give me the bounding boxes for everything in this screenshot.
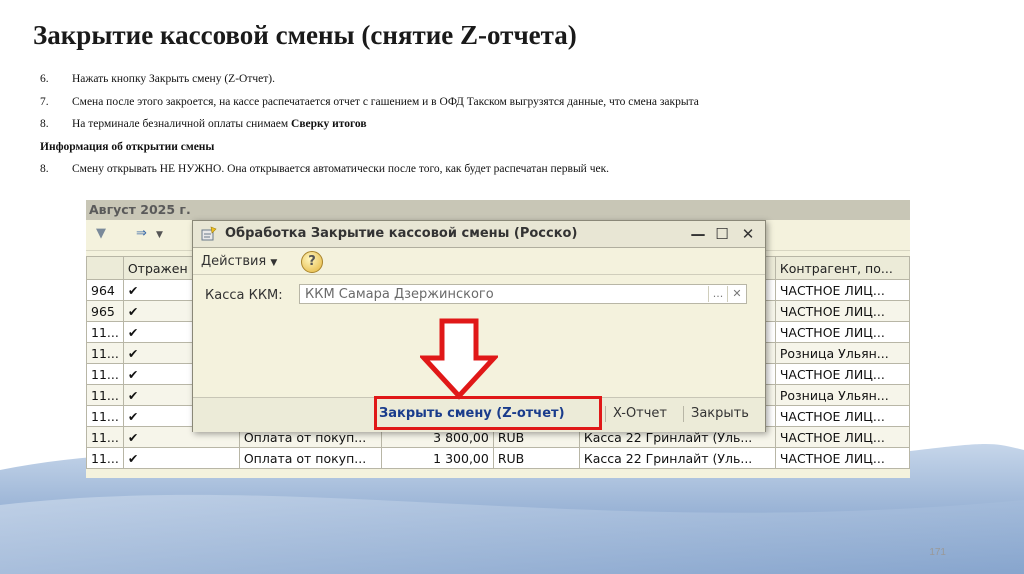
cell-contractor: ЧАСТНОЕ ЛИЦ...: [774, 279, 910, 301]
cell-number: 11...: [86, 405, 124, 427]
dialog-title: Обработка Закрытие кассовой смены (Росск…: [225, 226, 578, 241]
step-text: На терминале безналичной оплаты снимаем …: [72, 113, 367, 136]
separator: [683, 406, 684, 422]
cell-amount: 1 300,00: [380, 447, 494, 469]
cell-number: 11...: [86, 384, 124, 406]
step-number: 6.: [40, 73, 49, 85]
step-8: 8. На терминале безналичной оплаты снима…: [40, 113, 1000, 136]
select-button[interactable]: ...: [708, 286, 727, 302]
kassa-value: ККМ Самара Дзержинского: [305, 287, 494, 302]
cell-contractor: ЧАСТНОЕ ЛИЦ...: [774, 321, 910, 343]
step-text: Смена после этого закроется, на кассе ра…: [72, 95, 699, 108]
cell-kassa: Касса 22 Гринлайт (Уль...: [578, 447, 776, 469]
cell-contractor: ЧАСТНОЕ ЛИЦ...: [774, 405, 910, 427]
slide-title: Закрытие кассовой смены (снятие Z-отчета…: [33, 20, 577, 50]
step-text-bold: Сверку итогов: [291, 118, 367, 130]
col-header[interactable]: Контрагент, по...: [774, 256, 910, 280]
step-text: Нажать кнопку Закрыть смену (Z-Отчет).: [72, 73, 275, 85]
separator: [605, 406, 606, 422]
cell-number: 11...: [86, 447, 124, 469]
cell-contractor: ЧАСТНОЕ ЛИЦ...: [774, 300, 910, 322]
cell-number: 11...: [86, 363, 124, 385]
help-icon[interactable]: ?: [301, 251, 323, 273]
step-text-prefix: На терминале безналичной оплаты снимаем: [72, 118, 292, 130]
cell-contractor: ЧАСТНОЕ ЛИЦ...: [774, 426, 910, 448]
down-arrow-icon: [420, 318, 498, 400]
cell-number: 11...: [86, 426, 124, 448]
cell-number: 11...: [86, 321, 124, 343]
close-button[interactable]: Закрыть: [691, 406, 749, 421]
step-number: 7.: [40, 95, 49, 108]
page-number: 171: [929, 547, 946, 558]
cell-contractor: ЧАСТНОЕ ЛИЦ...: [774, 363, 910, 385]
cell-currency: RUB: [492, 447, 580, 469]
close-window-button[interactable]: ✕: [737, 224, 759, 244]
x-report-button[interactable]: X-Отчет: [613, 406, 667, 421]
cell-contractor: Розница Ульян...: [774, 384, 910, 406]
kassa-label: Касса ККМ:: [205, 288, 283, 303]
step-8-open: 8. Смену открывать НЕ НУЖНО. Она открыва…: [40, 158, 1000, 181]
subheading: Информация об открытии смены: [40, 140, 215, 153]
dialog-toolbar: Действия ▼ ?: [193, 248, 765, 275]
clear-icon[interactable]: ✕: [727, 286, 746, 302]
filter-icon[interactable]: ▼: [96, 226, 106, 241]
dialog-titlebar[interactable]: Обработка Закрытие кассовой смены (Росск…: [193, 221, 765, 248]
screenshot-1c: Август 2025 г. ▼ ⇒ ▼ Отражен Контрагент,…: [86, 200, 910, 478]
cell-contractor: Розница Ульян...: [774, 342, 910, 364]
instruction-list: 6. Нажать кнопку Закрыть смену (Z-Отчет)…: [40, 68, 1000, 181]
cell-posted: ✔: [122, 447, 240, 469]
col-header[interactable]: [86, 256, 124, 280]
highlight-frame: [374, 396, 602, 430]
step-7: 7. Смена после этого закроется, на кассе…: [40, 91, 1000, 114]
step-number: 8.: [40, 163, 49, 175]
table-row[interactable]: 11... ✔ Оплата от покуп... 1 300,00 RUB Касса…: [86, 447, 910, 469]
cell-operation: Оплата от покуп...: [238, 447, 382, 469]
actions-label: Действия: [201, 254, 267, 269]
cell-contractor: ЧАСТНОЕ ЛИЦ...: [774, 447, 910, 469]
cell-number: 964: [86, 279, 124, 301]
window-title: Август 2025 г.: [86, 200, 910, 220]
step-6: 6. Нажать кнопку Закрыть смену (Z-Отчет)…: [40, 68, 1000, 91]
actions-menu[interactable]: Действия ▼: [201, 254, 277, 269]
cell-number: 965: [86, 300, 124, 322]
export-icon[interactable]: ⇒: [136, 226, 147, 241]
step-text: Смену открывать НЕ НУЖНО. Она открываетс…: [72, 163, 610, 175]
kassa-field[interactable]: ККМ Самара Дзержинского ... ✕: [299, 284, 747, 304]
chevron-down-icon: ▼: [270, 258, 278, 268]
dialog-icon: [201, 226, 217, 241]
chevron-down-icon[interactable]: ▼: [156, 230, 163, 240]
step-number: 8.: [40, 118, 49, 130]
minimize-button[interactable]: —: [687, 224, 709, 244]
cell-number: 11...: [86, 342, 124, 364]
maximize-button[interactable]: ☐: [711, 224, 733, 244]
